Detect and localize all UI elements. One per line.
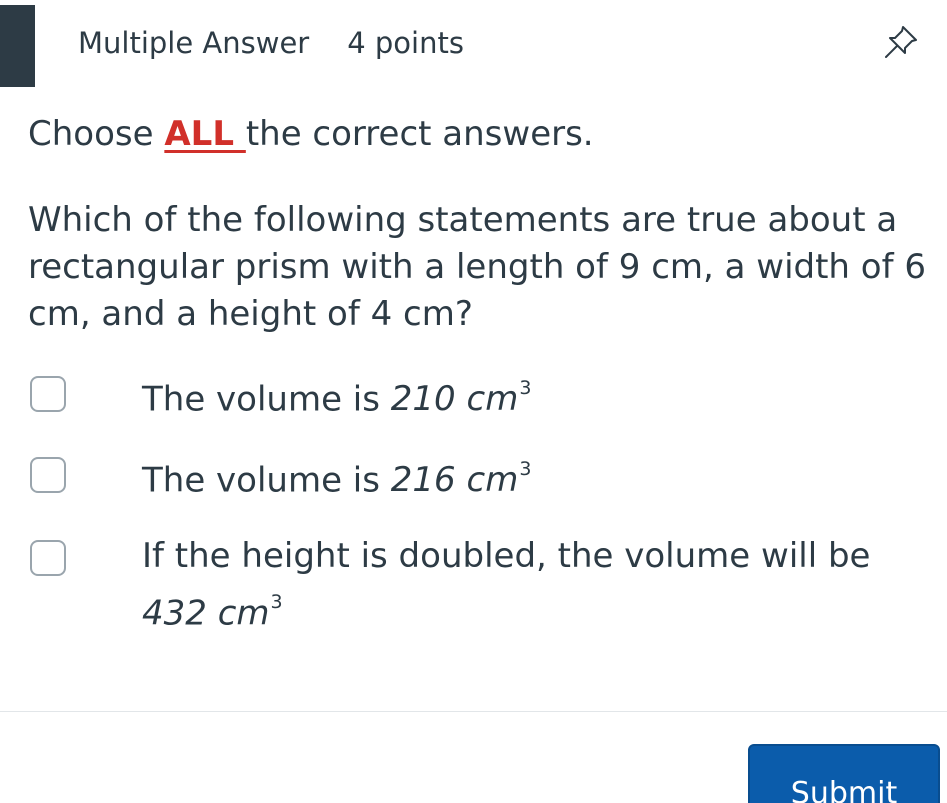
answer-exponent-2: 3 [519,458,532,480]
answer-exponent-1: 3 [519,377,532,399]
answer-label-2[interactable]: The volume is 216 cm3 [142,449,531,504]
answer-math-1: 210 cm3 [390,377,532,420]
answer-option-1[interactable]: The volume is 210 cm3 [30,376,930,419]
instruction-prefix: Choose [28,114,165,154]
submit-button[interactable]: Submit [748,744,940,803]
question-type-label: Multiple Answer [78,26,310,60]
answer-unit-1: cm [466,379,519,420]
answer-unit-3: cm [217,593,270,634]
answer-option-2[interactable]: The volume is 216 cm3 [30,457,930,500]
answer-label-1[interactable]: The volume is 210 cm3 [142,368,531,423]
question-text: Which of the following statements are tr… [28,200,926,334]
answer-label-3[interactable]: If the height is doubled, the volume wil… [142,532,922,637]
answer-checkbox-1[interactable] [30,376,66,412]
answer-option-3[interactable]: If the height is doubled, the volume wil… [30,536,930,640]
answer-text-2: The volume is [142,460,391,501]
answer-value-3: 432 [142,593,207,634]
question-accent-bar [0,5,35,87]
answer-text-3: If the height is doubled, the volume wil… [142,536,871,576]
answer-math-3: 432 cm3 [142,582,922,637]
answer-checkbox-3[interactable] [30,540,66,576]
footer-divider [0,711,947,712]
answer-exponent-3: 3 [270,591,283,613]
answer-value-1: 210 [390,379,456,420]
instruction-suffix: the correct answers. [245,114,594,154]
instruction-emphasis: ALL [164,114,246,154]
pin-icon[interactable] [883,24,919,60]
answer-math-2: 216 cm3 [390,458,532,501]
answer-value-2: 216 [390,460,456,501]
instruction-text: Choose ALL the correct answers. [28,114,594,154]
answer-unit-2: cm [466,460,519,501]
question-points: 4 points [347,26,464,60]
question-card: Multiple Answer 4 points Choose ALL the c… [0,0,947,803]
question-header: Multiple Answer 4 points [78,26,464,60]
answer-text-1: The volume is [142,379,391,420]
answer-checkbox-2[interactable] [30,457,66,493]
